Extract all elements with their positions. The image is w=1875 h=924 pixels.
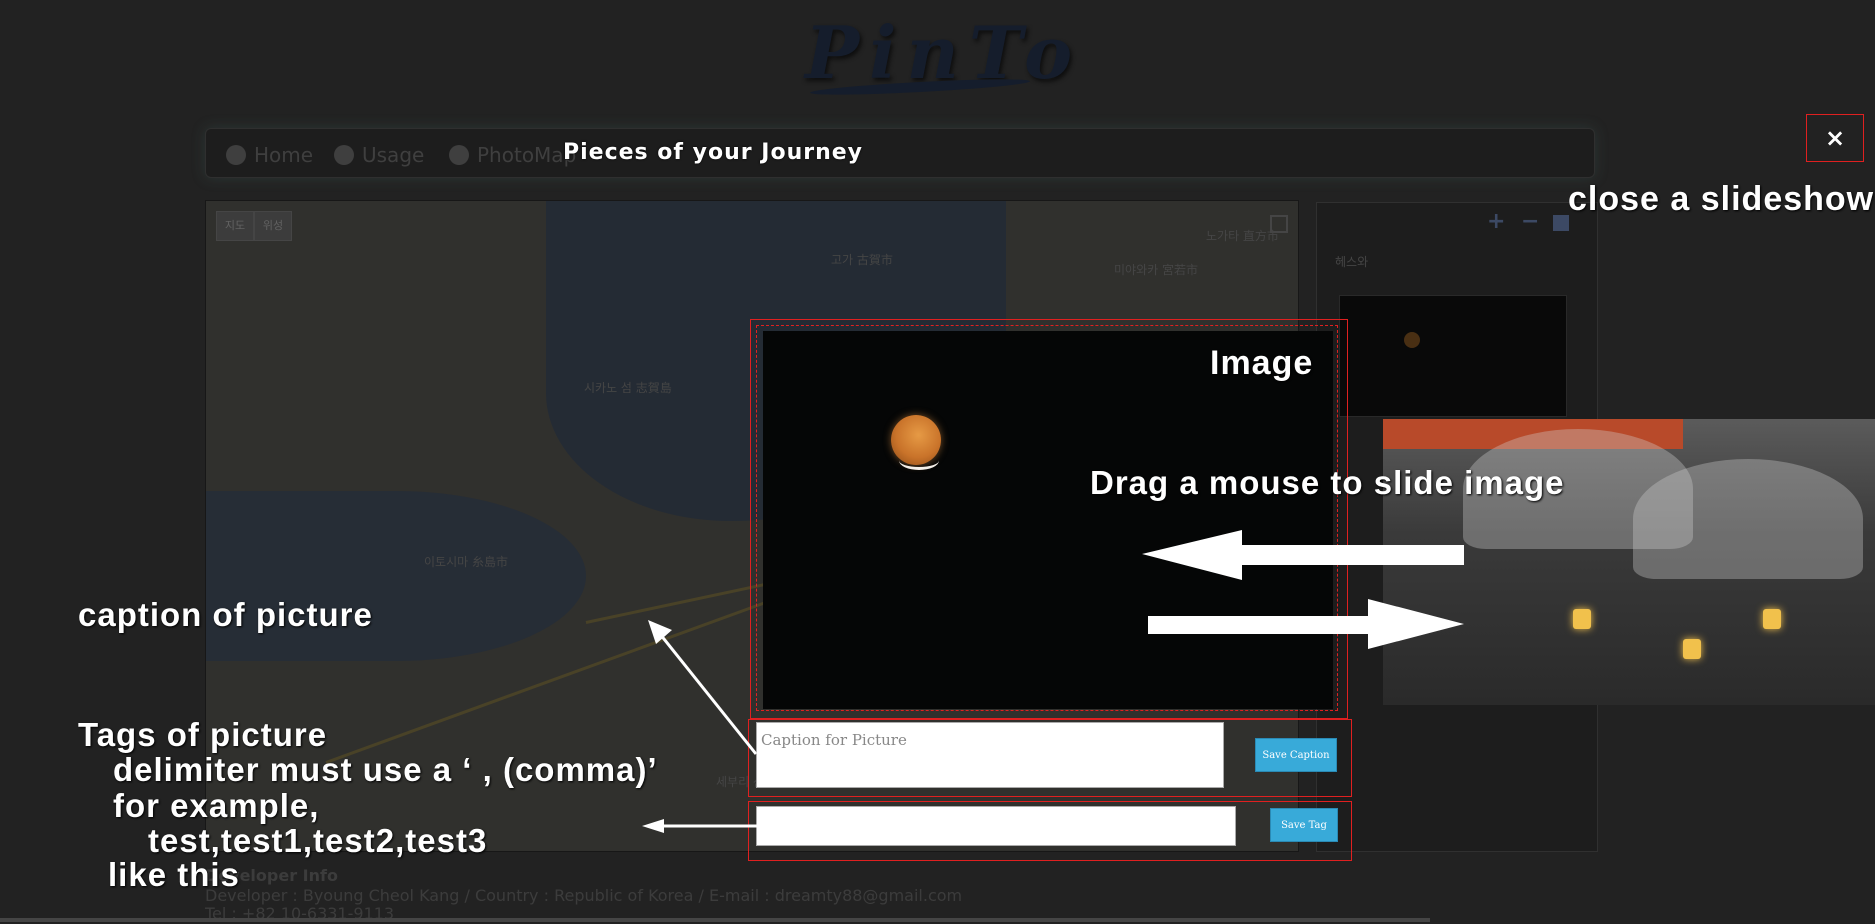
caption-input[interactable]: Caption for Picture — [756, 722, 1224, 788]
slide-arrows — [1142, 530, 1464, 649]
close-slideshow-button[interactable]: × — [1806, 114, 1864, 162]
umbrella-shape — [1633, 459, 1863, 579]
tag-input[interactable] — [756, 806, 1236, 846]
tag-pointer-arrow — [642, 819, 760, 833]
close-icon: × — [1824, 124, 1846, 152]
annotation-tags-example: for example, — [113, 787, 320, 824]
annotation-close: close a slideshow — [1568, 180, 1875, 218]
slideshow-title: Pieces of your Journey — [563, 140, 864, 165]
annotation-drag: Drag a mouse to slide image — [1090, 464, 1565, 501]
lantern — [1763, 609, 1781, 629]
caption-pointer-arrow — [648, 620, 758, 755]
lantern — [1683, 639, 1701, 659]
annotation-tags-likethis: like this — [108, 856, 240, 893]
annotation-tags-delimiter: delimiter must use a ‘ , (comma)’ — [113, 751, 658, 788]
annotation-image: Image — [1210, 344, 1314, 382]
save-tag-button[interactable]: Save Tag — [1270, 808, 1338, 842]
save-caption-button[interactable]: Save Caption — [1255, 738, 1337, 772]
lantern — [1573, 609, 1591, 629]
annotation-tags-title: Tags of picture — [78, 716, 328, 753]
annotation-tags-sample: test,test1,test2,test3 — [148, 822, 488, 859]
right-arrow-icon — [1148, 599, 1464, 649]
left-arrow-icon — [1142, 530, 1464, 580]
annotation-caption: caption of picture — [78, 596, 373, 633]
